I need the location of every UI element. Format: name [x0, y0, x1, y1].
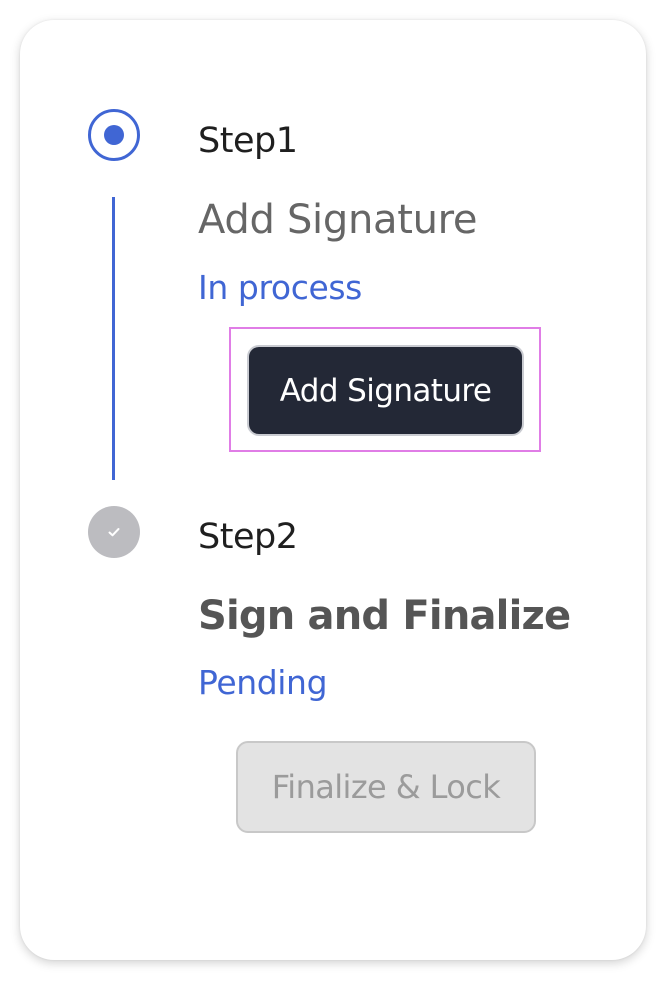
step2-title: Sign and Finalize	[198, 593, 571, 639]
step2-status: Pending	[198, 663, 328, 702]
add-signature-button[interactable]: Add Signature	[247, 345, 524, 436]
step1-label: Step1	[198, 121, 298, 161]
step-connector-line	[112, 197, 115, 480]
step1-status: In process	[198, 268, 362, 307]
step1-title: Add Signature	[198, 197, 478, 243]
finalize-lock-button[interactable]: Finalize & Lock	[236, 741, 536, 833]
step1-radio-active-icon	[88, 109, 140, 161]
radio-dot	[104, 125, 124, 145]
step2-check-icon	[88, 506, 140, 558]
step2-label: Step2	[198, 517, 298, 557]
